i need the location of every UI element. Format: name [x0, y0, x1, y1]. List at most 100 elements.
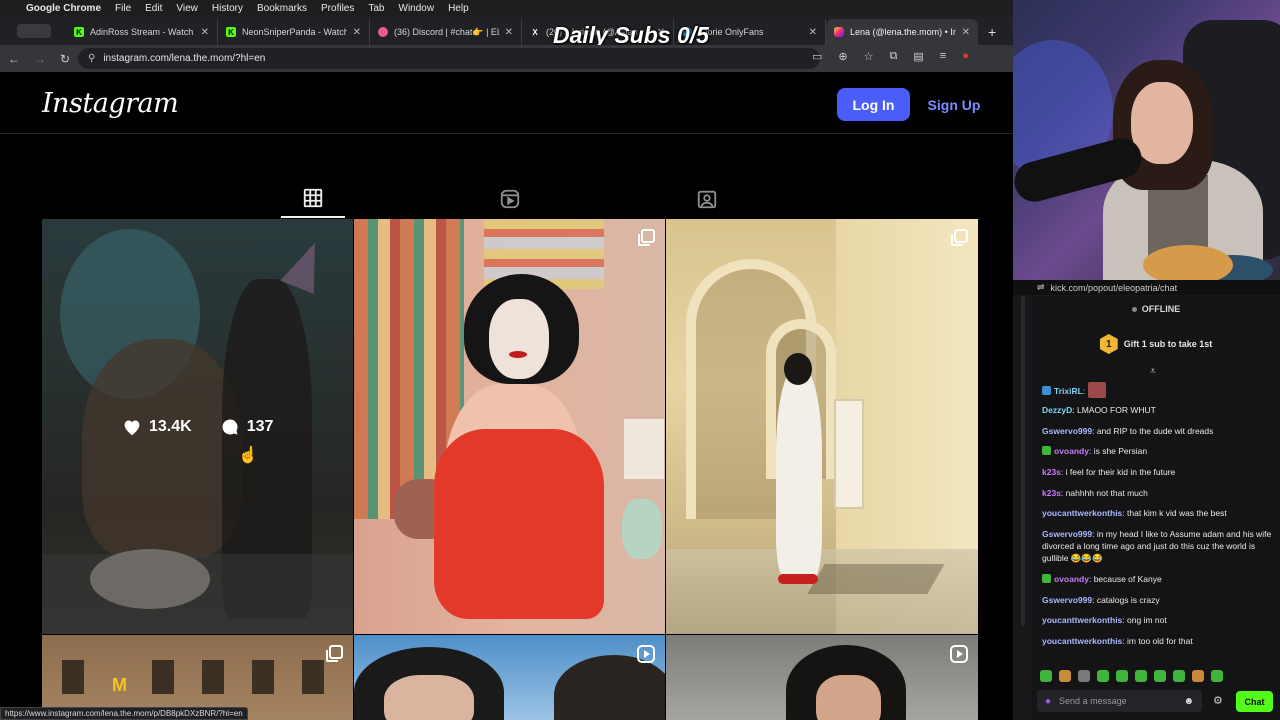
install-app-icon[interactable]: ▭ — [812, 50, 822, 63]
chat-username[interactable]: ovoandy — [1054, 574, 1089, 584]
mic-icon[interactable]: ● — [1045, 696, 1051, 707]
close-tab-icon[interactable]: ✕ — [201, 27, 209, 38]
reading-list-icon[interactable]: ≡ — [940, 50, 946, 63]
chat-text: nahhhh not that much — [1065, 487, 1148, 498]
gift-sub-text: Gift 1 sub to take 1st — [1123, 339, 1213, 349]
chat-settings-icon[interactable]: ⚙ — [1213, 694, 1223, 707]
menu-profiles[interactable]: Profiles — [321, 3, 354, 14]
address-bar[interactable]: ⚲ instagram.com/lena.the.mom/?hl=en — [78, 48, 820, 69]
browser-tab[interactable]: K AdinRoss Stream - Watch Li ✕ — [66, 19, 218, 45]
gift-rank-badge: 1 — [1099, 334, 1118, 354]
emote-icon[interactable] — [1154, 670, 1166, 682]
comments-count: 137 — [246, 418, 274, 435]
chat-input-placeholder: Send a message — [1059, 696, 1127, 706]
emote-icon[interactable] — [1059, 670, 1071, 682]
post-tile[interactable] — [666, 635, 978, 720]
zoom-icon[interactable]: ⊕ — [838, 50, 847, 63]
browser-tab[interactable]: (36) Discord | #chat👉 | ELL ✕ — [370, 19, 522, 45]
tab-tagged[interactable] — [675, 180, 739, 218]
x-icon: X — [532, 27, 538, 37]
tab-title: ...lorie OnlyFans — [698, 27, 764, 37]
menu-history[interactable]: History — [212, 3, 243, 14]
screen: Google Chrome File Edit View History Boo… — [0, 0, 1280, 720]
chat-username[interactable]: youcanttwerkonthis — [1042, 636, 1122, 646]
close-tab-icon[interactable]: ✕ — [809, 27, 817, 38]
chat-username[interactable]: k23s — [1042, 467, 1061, 477]
emote-icon[interactable] — [1040, 670, 1052, 682]
gift-sub-banner[interactable]: 1 Gift 1 sub to take 1st — [1032, 334, 1280, 354]
chat-colon: : — [1082, 386, 1088, 396]
login-button[interactable]: Log In — [837, 88, 910, 121]
emote-icon — [1087, 382, 1106, 398]
reload-icon[interactable]: ↻ — [60, 52, 70, 66]
quick-emotes — [1040, 670, 1223, 682]
tab-search-icon — [17, 24, 51, 38]
address-url: instagram.com/lena.the.mom/?hl=en — [103, 53, 266, 64]
extension-icon[interactable]: ● — [962, 50, 969, 63]
emote-icon[interactable] — [1211, 670, 1223, 682]
menubar-app-name[interactable]: Google Chrome — [26, 3, 101, 14]
pinned-expand-icon[interactable]: ⩡ — [1150, 366, 1156, 377]
chat-message: youcanttwerkonthis: that kim k vid was t… — [1042, 508, 1227, 519]
menu-edit[interactable]: Edit — [145, 3, 162, 14]
chat-username[interactable]: DezzyD — [1042, 405, 1072, 415]
stream-status: OFFLINE — [1032, 304, 1280, 314]
chat-username[interactable]: Gswervo999 — [1042, 529, 1092, 539]
mcdonalds-logo: M — [112, 675, 127, 695]
chat-username[interactable]: Gswervo999 — [1042, 595, 1092, 605]
back-icon[interactable]: ← — [8, 52, 20, 66]
close-tab-icon[interactable]: ✕ — [353, 27, 361, 38]
chat-username[interactable]: youcanttwerkonthis — [1042, 615, 1122, 625]
emote-icon[interactable] — [1097, 670, 1109, 682]
bookmark-star-icon[interactable]: ☆ — [864, 50, 874, 63]
menu-file[interactable]: File — [115, 3, 131, 14]
chat-username[interactable]: TrixiRL — [1054, 386, 1083, 396]
chat-username[interactable]: Gswervo999 — [1042, 426, 1092, 436]
mac-menubar: Google Chrome File Edit View History Boo… — [0, 0, 1013, 16]
post-tile[interactable] — [354, 219, 665, 634]
menu-tab[interactable]: Tab — [368, 3, 384, 14]
menu-help[interactable]: Help — [448, 3, 469, 14]
site-settings-icon[interactable]: ⇌ — [1037, 282, 1045, 293]
chat-send-button[interactable]: Chat — [1236, 691, 1273, 712]
chat-text: that kim k vid was the best — [1127, 508, 1227, 519]
chat-messages: TrixiRL: DezzyD: LMAOO FOR WHUT Gswervo9… — [1042, 382, 1274, 656]
emote-icon[interactable] — [1116, 670, 1128, 682]
chat-username[interactable]: youcanttwerkonthis — [1042, 508, 1122, 518]
menu-view[interactable]: View — [176, 3, 198, 14]
emote-icon[interactable] — [1135, 670, 1147, 682]
browser-tab[interactable]: K NeonSniperPanda - Watch L ✕ — [218, 19, 370, 45]
side-panel-icon[interactable]: ▤ — [913, 50, 923, 63]
post-tile[interactable] — [666, 219, 978, 634]
tab-posts[interactable] — [281, 180, 345, 218]
extensions-icon[interactable]: ⧉ — [890, 50, 898, 63]
new-tab-icon[interactable]: + — [988, 24, 996, 40]
photo-door — [834, 399, 864, 509]
chat-username[interactable]: k23s — [1042, 488, 1061, 498]
emote-icon[interactable] — [1192, 670, 1204, 682]
forward-icon[interactable]: → — [34, 52, 46, 66]
profile-tabs — [42, 180, 978, 218]
menu-bookmarks[interactable]: Bookmarks — [257, 3, 307, 14]
post-tile[interactable] — [354, 635, 665, 720]
chat-message: ovoandy: is she Persian — [1042, 445, 1274, 457]
close-tab-icon[interactable]: ✕ — [505, 27, 513, 38]
menu-window[interactable]: Window — [399, 3, 435, 14]
close-tab-icon[interactable]: ✕ — [962, 27, 970, 38]
tab-search-button[interactable] — [8, 20, 60, 42]
chat-username[interactable]: ovoandy — [1054, 446, 1089, 456]
post-tile[interactable]: 13.4K 137 ☝ — [42, 219, 353, 634]
emote-icon[interactable] — [1078, 670, 1090, 682]
instagram-logo[interactable]: Instagram — [42, 88, 179, 119]
site-info-icon[interactable]: ⚲ — [88, 53, 95, 64]
emoji-picker-icon[interactable]: ☻ — [1183, 696, 1194, 707]
browser-tab-active[interactable]: Lena (@lena.the.mom) • Ins ✕ — [826, 19, 978, 45]
chat-message-input[interactable]: ● Send a message ☻ — [1037, 690, 1202, 712]
signup-button[interactable]: Sign Up — [926, 88, 982, 121]
browser-tab-strip: K AdinRoss Stream - Watch Li ✕ K NeonSni… — [0, 16, 1013, 45]
photo-lips — [509, 351, 527, 358]
emote-icon[interactable] — [1173, 670, 1185, 682]
tab-reels[interactable] — [478, 180, 542, 218]
chat-scrollbar[interactable] — [1021, 296, 1025, 626]
tab-title: AdinRoss Stream - Watch Li — [90, 27, 195, 37]
